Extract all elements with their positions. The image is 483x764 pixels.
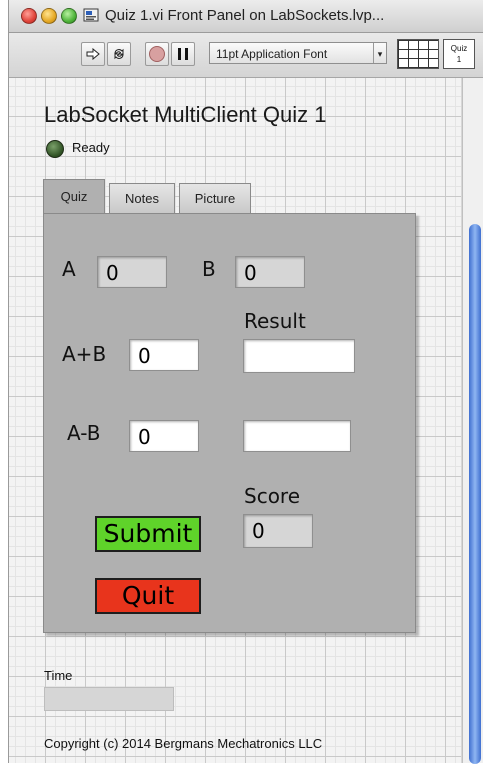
vi-badge-line1: Quiz — [450, 44, 468, 53]
score-indicator: 0 — [243, 514, 313, 548]
status-text: Ready — [72, 140, 110, 155]
toolbar: 11pt Application Font ▾ Quiz 1 — [9, 33, 483, 78]
pause-button[interactable] — [171, 42, 195, 66]
front-panel-window: Quiz 1.vi Front Panel on LabSockets.lvp.… — [8, 0, 483, 764]
sum-indicator: 0 — [129, 339, 199, 371]
a-indicator: 0 — [97, 256, 167, 288]
b-label: B — [202, 257, 216, 281]
close-window-button[interactable] — [21, 8, 37, 24]
tab-picture-label: Picture — [194, 191, 236, 206]
vi-icon-badge: Quiz 1 — [443, 39, 475, 69]
quiz-tab-page: A 0 B 0 Result A+B 0 A-B 0 Score 0 Submi… — [43, 213, 416, 633]
stop-icon — [149, 46, 165, 62]
run-arrow-button[interactable] — [81, 42, 105, 66]
ready-led-indicator — [46, 140, 64, 158]
window-title: Quiz 1.vi Front Panel on LabSockets.lvp.… — [105, 7, 385, 24]
sum-result-input[interactable] — [243, 339, 355, 373]
chevron-down-icon: ▾ — [373, 43, 386, 63]
font-selector[interactable]: 11pt Application Font ▾ — [209, 42, 387, 64]
title-bar[interactable]: Quiz 1.vi Front Panel on LabSockets.lvp.… — [9, 0, 483, 33]
time-indicator — [44, 687, 174, 711]
time-label: Time — [44, 668, 73, 683]
vertical-scrollbar[interactable] — [462, 78, 483, 764]
diff-label: A-B — [67, 421, 101, 445]
minimize-window-button[interactable] — [41, 8, 57, 24]
tab-notes[interactable]: Notes — [109, 183, 175, 213]
zoom-window-button[interactable] — [61, 8, 77, 24]
result-label: Result — [244, 309, 306, 333]
pause-icon — [178, 48, 188, 60]
vi-badge-line2: 1 — [456, 55, 462, 64]
tab-quiz[interactable]: Quiz — [43, 179, 105, 213]
score-label: Score — [244, 484, 301, 508]
diff-result-input[interactable] — [243, 420, 351, 452]
abort-execution-button[interactable] — [145, 42, 169, 66]
tab-picture[interactable]: Picture — [179, 183, 251, 213]
diff-indicator: 0 — [129, 420, 199, 452]
front-panel: LabSocket MultiClient Quiz 1 Ready Quiz … — [9, 78, 461, 763]
run-arrow-icon — [86, 48, 100, 60]
align-objects-icon[interactable] — [397, 39, 439, 69]
tab-quiz-label: Quiz — [60, 189, 88, 204]
submit-button[interactable]: Submit — [95, 516, 201, 552]
run-continuously-icon — [114, 48, 124, 60]
vi-file-icon — [83, 8, 99, 22]
quit-button[interactable]: Quit — [95, 578, 201, 614]
tab-notes-label: Notes — [125, 191, 159, 206]
b-indicator: 0 — [235, 256, 305, 288]
sum-label: A+B — [62, 342, 107, 366]
copyright-text: Copyright (c) 2014 Bergmans Mechatronics… — [44, 736, 323, 751]
a-label: A — [62, 257, 76, 281]
font-selector-value: 11pt Application Font — [216, 47, 328, 61]
page-title: LabSocket MultiClient Quiz 1 — [44, 102, 327, 127]
run-continuously-button[interactable] — [107, 42, 131, 66]
scrollbar-thumb[interactable] — [469, 224, 481, 764]
